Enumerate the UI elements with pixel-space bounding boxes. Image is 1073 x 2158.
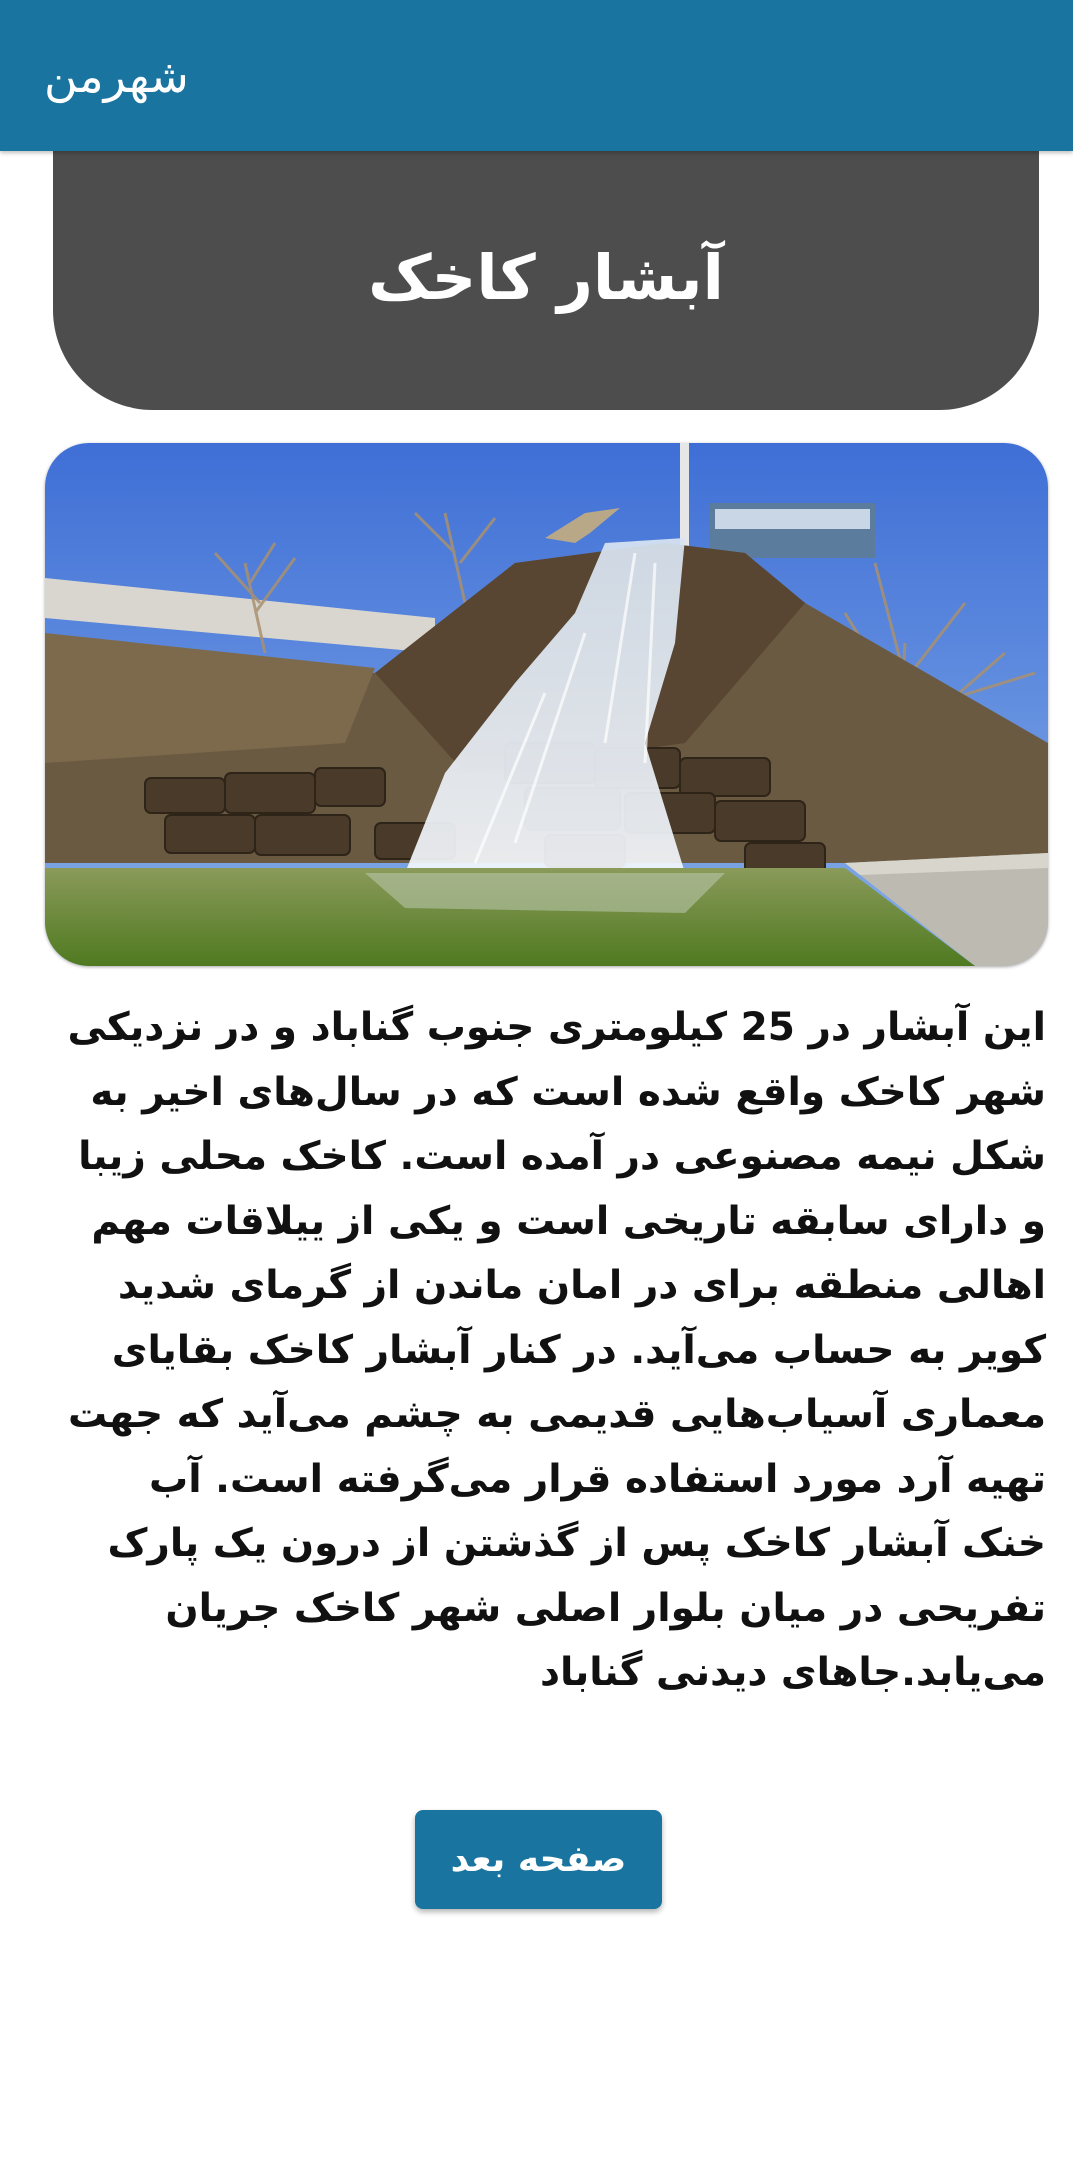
app-title: شهرمن: [44, 49, 189, 103]
title-card: آبشار کاخک: [53, 120, 1039, 410]
page-title: آبشار کاخک: [368, 241, 724, 314]
next-page-button[interactable]: صفحه بعد: [415, 1810, 662, 1909]
article-text: این آبشار در 25 کیلومتری جنوب گناباد و د…: [67, 1005, 1046, 1695]
waterfall-photo: [45, 443, 1048, 966]
app-bar: شهرمن: [0, 0, 1073, 151]
